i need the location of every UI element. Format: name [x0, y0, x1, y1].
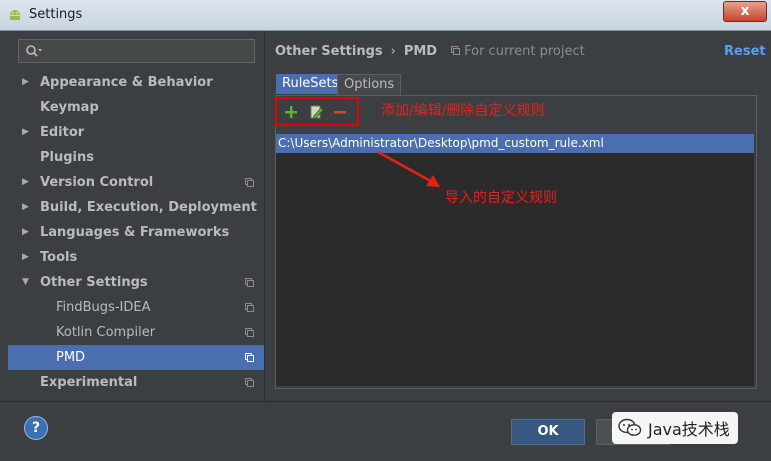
chevron-right-icon: ▶	[22, 177, 29, 187]
sidebar-item-label: Languages & Frameworks	[40, 225, 230, 240]
sidebar-item-findbugs[interactable]: FindBugs-IDEA	[8, 295, 264, 320]
list-item[interactable]: C:\Users\Administrator\Desktop\pmd_custo…	[276, 134, 754, 153]
project-scope-label: For current project	[451, 44, 585, 59]
android-icon	[10, 10, 20, 20]
settings-window: Settings x ▶ Appearance & Behavior Keyma…	[0, 0, 771, 461]
search-icon	[26, 45, 42, 57]
chevron-right-icon: ▶	[22, 227, 29, 237]
sidebar-item-kotlin-compiler[interactable]: Kotlin Compiler	[8, 320, 264, 345]
sidebar-item-label: Keymap	[40, 100, 99, 115]
add-icon[interactable]	[283, 104, 299, 120]
sidebar-item-experimental[interactable]: Experimental	[8, 370, 264, 395]
breadcrumb: Other Settings › PMD For current project	[275, 44, 585, 59]
sidebar-item-label: Editor	[40, 125, 85, 140]
sidebar-item-other-settings[interactable]: ▼ Other Settings	[8, 270, 264, 295]
sidebar-item-label: Version Control	[40, 175, 154, 190]
sidebar-item-version-control[interactable]: ▶ Version Control	[8, 170, 264, 195]
sidebar-item-tools[interactable]: ▶ Tools	[8, 245, 264, 270]
sidebar-item-label: Appearance & Behavior	[40, 75, 213, 90]
project-scope-icon	[245, 303, 254, 312]
chevron-right-icon: ▶	[22, 202, 29, 212]
sidebar-divider	[264, 31, 265, 401]
ok-button[interactable]: OK	[511, 419, 585, 445]
sidebar-item-editor[interactable]: ▶ Editor	[8, 120, 264, 145]
sidebar-item-label: Experimental	[40, 375, 138, 390]
project-scope-icon	[245, 353, 254, 362]
close-button[interactable]: x	[723, 1, 767, 22]
rules-list[interactable]: C:\Users\Administrator\Desktop\pmd_custo…	[276, 134, 754, 386]
remove-icon[interactable]	[332, 104, 348, 120]
reset-link[interactable]: Reset	[724, 44, 766, 59]
sidebar-item-appearance[interactable]: ▶ Appearance & Behavior	[8, 70, 264, 95]
watermark: Java技术栈	[612, 412, 738, 444]
sidebar-item-label: Kotlin Compiler	[56, 325, 156, 340]
tab-rulesets[interactable]: RuleSets	[276, 74, 345, 94]
list-annotation: 导入的自定义规则	[445, 190, 557, 206]
sidebar-item-label: FindBugs-IDEA	[56, 300, 151, 315]
project-scope-icon	[245, 328, 254, 337]
sidebar-item-label: Tools	[40, 250, 78, 265]
window-title: Settings	[29, 7, 83, 22]
project-scope-icon	[245, 178, 254, 187]
edit-icon[interactable]	[308, 104, 324, 120]
search-input[interactable]	[18, 39, 255, 63]
sidebar-item-languages[interactable]: ▶ Languages & Frameworks	[8, 220, 264, 245]
sidebar-item-label: PMD	[56, 350, 86, 365]
settings-tree: ▶ Appearance & Behavior Keymap ▶ Editor …	[8, 70, 264, 395]
project-scope-icon	[451, 46, 461, 55]
project-scope-icon	[245, 378, 254, 387]
sidebar-item-label: Plugins	[40, 150, 94, 165]
breadcrumb-parent: Other Settings	[275, 44, 383, 59]
sidebar-item-plugins[interactable]: Plugins	[8, 145, 264, 170]
sidebar-item-keymap[interactable]: Keymap	[8, 95, 264, 120]
sidebar-item-build[interactable]: ▶ Build, Execution, Deployment	[8, 195, 264, 220]
sidebar-item-label: Other Settings	[40, 275, 148, 290]
chevron-down-icon: ▼	[22, 277, 29, 287]
toolbar-annotation: 添加/编辑/删除自定义规则	[381, 103, 545, 119]
chevron-right-icon: ▶	[22, 127, 29, 137]
breadcrumb-current: PMD	[403, 44, 438, 59]
footer-divider	[0, 401, 771, 402]
watermark-text: Java技术栈	[648, 420, 730, 439]
project-scope-text: For current project	[464, 44, 585, 59]
sidebar-item-pmd[interactable]: PMD	[8, 345, 264, 370]
chevron-right-icon: ▶	[22, 77, 29, 87]
chevron-right-icon: ▶	[22, 252, 29, 262]
breadcrumb-separator: ›	[390, 44, 396, 59]
wechat-icon	[618, 418, 642, 436]
tab-options[interactable]: Options	[337, 74, 402, 95]
help-button[interactable]: ?	[24, 416, 48, 440]
title-bar: Settings x	[0, 0, 771, 31]
arrow-annotation-icon	[377, 150, 440, 187]
project-scope-icon	[245, 278, 254, 287]
sidebar-item-label: Build, Execution, Deployment	[40, 200, 257, 215]
